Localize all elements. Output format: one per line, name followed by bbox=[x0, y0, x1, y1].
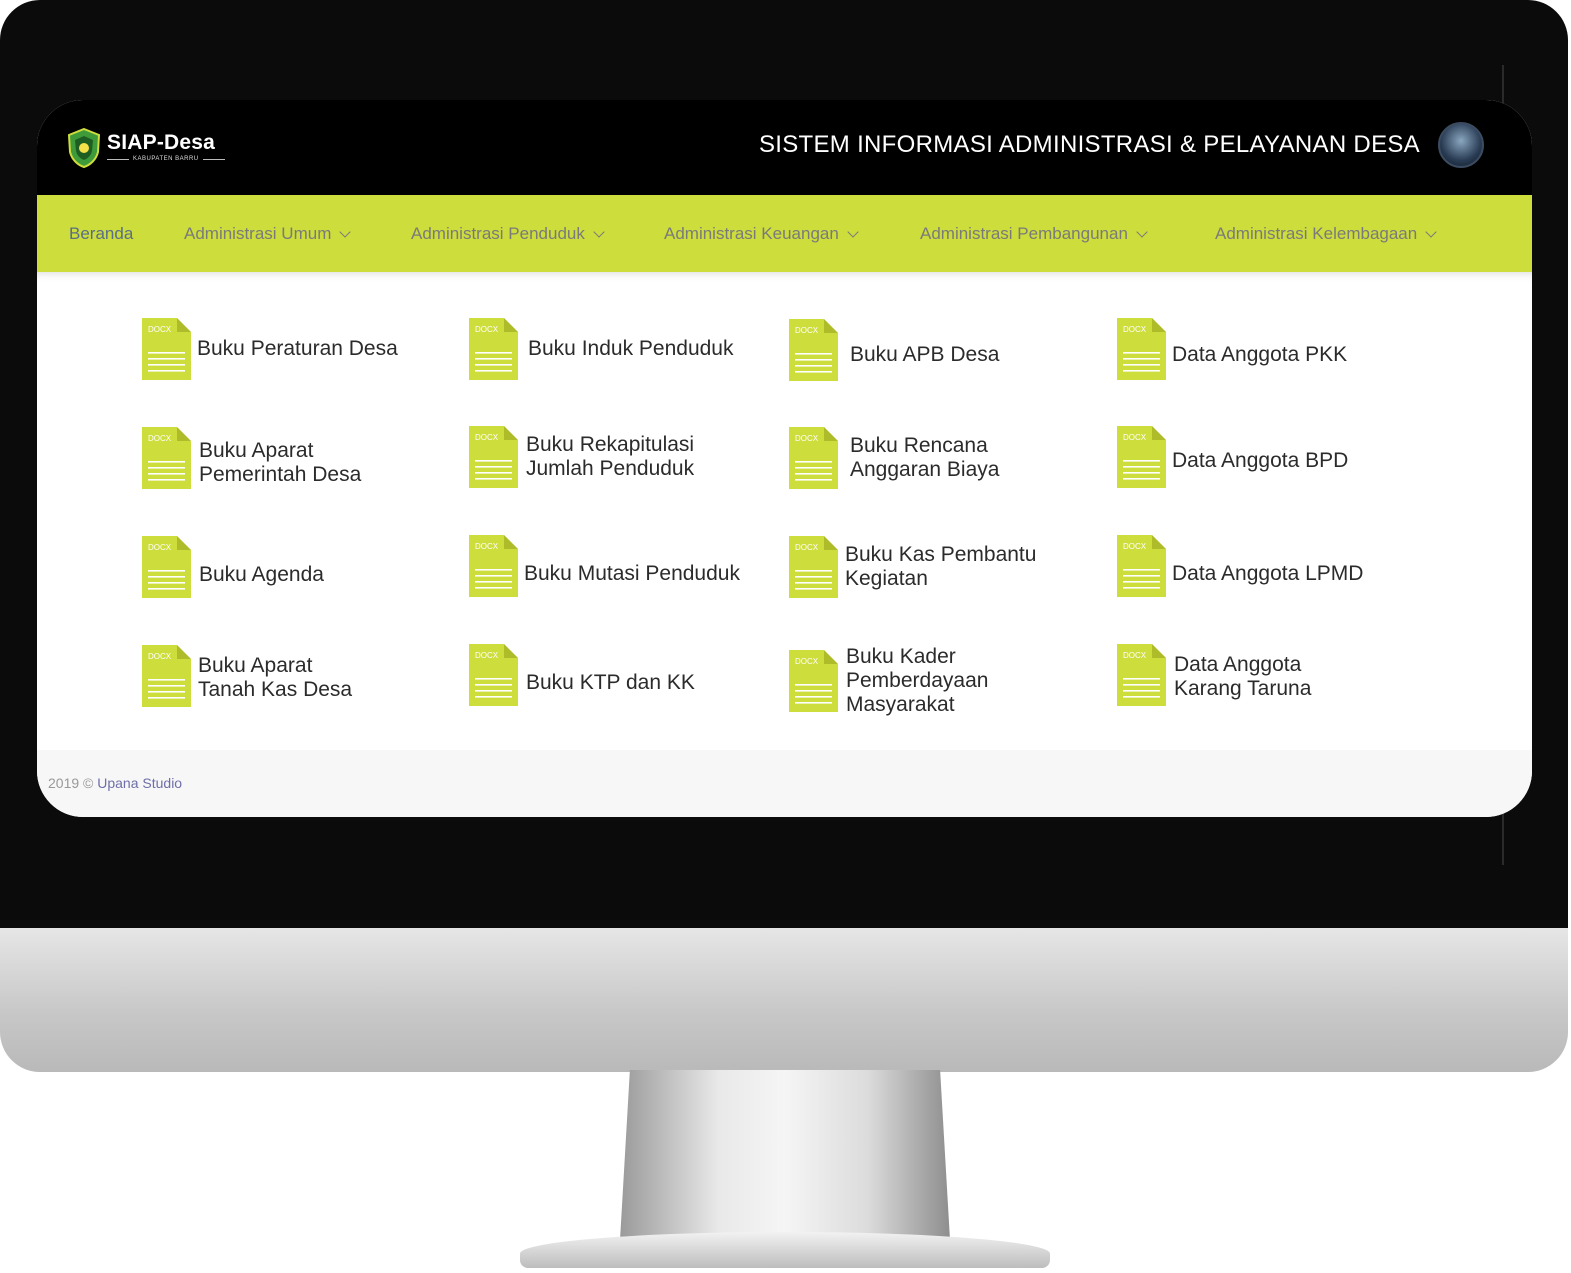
nav-item-administrasi-pembangunan[interactable]: Administrasi Pembangunan bbox=[920, 195, 1148, 272]
svg-text:DOCX: DOCX bbox=[795, 543, 819, 552]
nav-item-label: Administrasi Kelembagaan bbox=[1215, 223, 1418, 243]
doc-label: Data Anggota LPMD bbox=[1172, 562, 1364, 585]
docx-file-icon: DOCX bbox=[469, 426, 518, 488]
monitor-chin bbox=[0, 928, 1568, 1072]
docx-file-icon: DOCX bbox=[469, 535, 518, 597]
doc-item-buku-ktp-dan-kk[interactable]: DOCX Buku KTP dan KK bbox=[469, 644, 695, 706]
svg-text:DOCX: DOCX bbox=[795, 434, 819, 443]
docx-file-icon: DOCX bbox=[1117, 318, 1166, 380]
footer-copyright: 2019 © Upana Studio bbox=[48, 775, 183, 791]
doc-item-buku-peraturan-desa[interactable]: DOCX Buku Peraturan Desa bbox=[142, 318, 398, 380]
doc-item-data-anggota-karang-taruna[interactable]: DOCX Data Anggota Karang Taruna bbox=[1117, 644, 1311, 706]
footer-studio-link[interactable]: Upana Studio bbox=[97, 775, 182, 791]
svg-text:DOCX: DOCX bbox=[795, 657, 819, 666]
nav-item-administrasi-penduduk[interactable]: Administrasi Penduduk bbox=[411, 195, 605, 272]
docx-file-icon: DOCX bbox=[1117, 644, 1166, 706]
doc-item-buku-rekapitulasi-jumlah-penduduk[interactable]: DOCX Buku Rekapitulasi Jumlah Penduduk bbox=[469, 426, 694, 488]
nav-item-label: Administrasi Pembangunan bbox=[920, 223, 1128, 243]
nav-item-administrasi-keuangan[interactable]: Administrasi Keuangan bbox=[664, 195, 859, 272]
docx-file-icon: DOCX bbox=[469, 644, 518, 706]
doc-label: Buku Peraturan Desa bbox=[197, 337, 398, 360]
doc-label: Buku Aparat Pemerintah Desa bbox=[199, 439, 362, 486]
avatar[interactable] bbox=[1438, 122, 1484, 168]
chevron-down-icon bbox=[1425, 225, 1437, 238]
doc-item-buku-aparat-pemerintah-desa[interactable]: DOCX Buku Aparat Pemerintah Desa bbox=[142, 427, 361, 489]
brand-subtitle: KABUPATEN BARRU bbox=[133, 156, 199, 162]
footer: 2019 © Upana Studio bbox=[37, 750, 1532, 817]
svg-text:DOCX: DOCX bbox=[475, 433, 499, 442]
svg-text:DOCX: DOCX bbox=[148, 325, 172, 334]
doc-item-buku-kader-pemberdayaan-masyarakat[interactable]: DOCX Buku Kader Pemberdayaan Masyarakat bbox=[789, 645, 988, 717]
doc-label: Buku Rencana Anggaran Biaya bbox=[850, 434, 1000, 481]
document-grid: DOCX Buku Peraturan Desa DOCX Buku Induk… bbox=[37, 272, 1532, 750]
nav-item-label: Beranda bbox=[69, 223, 134, 243]
docx-file-icon: DOCX bbox=[789, 319, 838, 381]
top-header-bar: SIAP-Desa KABUPATEN BARRU SISTEM INFORMA… bbox=[37, 100, 1532, 195]
svg-text:DOCX: DOCX bbox=[148, 543, 172, 552]
doc-item-buku-aparat-tanah-kas-desa[interactable]: DOCX Buku Aparat Tanah Kas Desa bbox=[142, 645, 352, 707]
doc-label: Buku Kader Pemberdayaan Masyarakat bbox=[846, 645, 989, 716]
docx-file-icon: DOCX bbox=[142, 645, 191, 707]
svg-text:DOCX: DOCX bbox=[1123, 651, 1147, 660]
doc-label: Buku Mutasi Penduduk bbox=[524, 562, 740, 585]
nav-item-label: Administrasi Umum bbox=[184, 223, 332, 243]
nav-item-beranda[interactable]: Beranda bbox=[69, 195, 133, 272]
doc-item-buku-kas-pembantu-kegiatan[interactable]: DOCX Buku Kas Pembantu Kegiatan bbox=[789, 536, 1036, 598]
doc-label: Buku KTP dan KK bbox=[526, 671, 695, 694]
doc-item-buku-apb-desa[interactable]: DOCX Buku APB Desa bbox=[789, 319, 999, 381]
doc-item-buku-rencana-anggaran-biaya[interactable]: DOCX Buku Rencana Anggaran Biaya bbox=[789, 427, 999, 489]
nav-item-label: Administrasi Keuangan bbox=[664, 223, 839, 243]
app-screen: SIAP-Desa KABUPATEN BARRU SISTEM INFORMA… bbox=[37, 100, 1532, 817]
doc-label: Buku Aparat Tanah Kas Desa bbox=[198, 654, 353, 701]
doc-label: Buku APB Desa bbox=[850, 343, 1000, 366]
main-nav: Beranda Administrasi Umum Administrasi P… bbox=[37, 195, 1532, 272]
docx-file-icon: DOCX bbox=[1117, 535, 1166, 597]
svg-text:DOCX: DOCX bbox=[1123, 433, 1147, 442]
svg-text:DOCX: DOCX bbox=[475, 542, 499, 551]
svg-text:DOCX: DOCX bbox=[148, 652, 172, 661]
doc-label: Data Anggota PKK bbox=[1172, 343, 1348, 366]
brand-name: SIAP-Desa bbox=[107, 131, 216, 154]
docx-file-icon: DOCX bbox=[789, 650, 838, 712]
chevron-down-icon bbox=[1136, 225, 1148, 238]
svg-text:DOCX: DOCX bbox=[795, 326, 819, 335]
docx-file-icon: DOCX bbox=[789, 427, 838, 489]
chevron-down-icon bbox=[593, 225, 605, 238]
svg-text:DOCX: DOCX bbox=[1123, 325, 1147, 334]
chevron-down-icon bbox=[847, 225, 859, 238]
docx-file-icon: DOCX bbox=[1117, 426, 1166, 488]
svg-text:DOCX: DOCX bbox=[1123, 542, 1147, 551]
doc-label: Buku Rekapitulasi Jumlah Penduduk bbox=[526, 433, 695, 480]
doc-item-data-anggota-lpmd[interactable]: DOCX Data Anggota LPMD bbox=[1117, 535, 1363, 597]
chevron-down-icon bbox=[339, 225, 352, 238]
monitor-stand-base bbox=[520, 1232, 1050, 1268]
nav-item-administrasi-umum[interactable]: Administrasi Umum bbox=[184, 195, 352, 272]
doc-item-buku-mutasi-penduduk[interactable]: DOCX Buku Mutasi Penduduk bbox=[469, 535, 740, 597]
docx-file-icon: DOCX bbox=[142, 536, 191, 598]
svg-text:DOCX: DOCX bbox=[475, 325, 499, 334]
doc-item-buku-agenda[interactable]: DOCX Buku Agenda bbox=[142, 536, 324, 598]
docx-file-icon: DOCX bbox=[789, 536, 838, 598]
doc-item-buku-induk-penduduk[interactable]: DOCX Buku Induk Penduduk bbox=[469, 318, 734, 380]
docx-file-icon: DOCX bbox=[142, 318, 191, 380]
nav-item-administrasi-kelembagaan[interactable]: Administrasi Kelembagaan bbox=[1215, 195, 1437, 272]
doc-item-data-anggota-bpd[interactable]: DOCX Data Anggota BPD bbox=[1117, 426, 1348, 488]
doc-label: Buku Kas Pembantu Kegiatan bbox=[845, 543, 1037, 590]
docx-file-icon: DOCX bbox=[142, 427, 191, 489]
monitor-stand bbox=[620, 1070, 950, 1240]
doc-label: Buku Induk Penduduk bbox=[528, 337, 734, 360]
doc-label: Data Anggota BPD bbox=[1172, 449, 1349, 472]
app-title: SISTEM INFORMASI ADMINISTRASI & PELAYANA… bbox=[758, 131, 1420, 158]
nav-item-label: Administrasi Penduduk bbox=[411, 223, 585, 243]
svg-text:DOCX: DOCX bbox=[148, 434, 172, 443]
doc-label: Buku Agenda bbox=[199, 563, 324, 586]
svg-text:DOCX: DOCX bbox=[475, 651, 499, 660]
docx-file-icon: DOCX bbox=[469, 318, 518, 380]
shield-logo-icon bbox=[67, 128, 101, 168]
brand-logo[interactable]: SIAP-Desa KABUPATEN BARRU bbox=[67, 126, 225, 170]
doc-item-data-anggota-pkk[interactable]: DOCX Data Anggota PKK bbox=[1117, 318, 1347, 380]
doc-label: Data Anggota Karang Taruna bbox=[1174, 653, 1312, 700]
